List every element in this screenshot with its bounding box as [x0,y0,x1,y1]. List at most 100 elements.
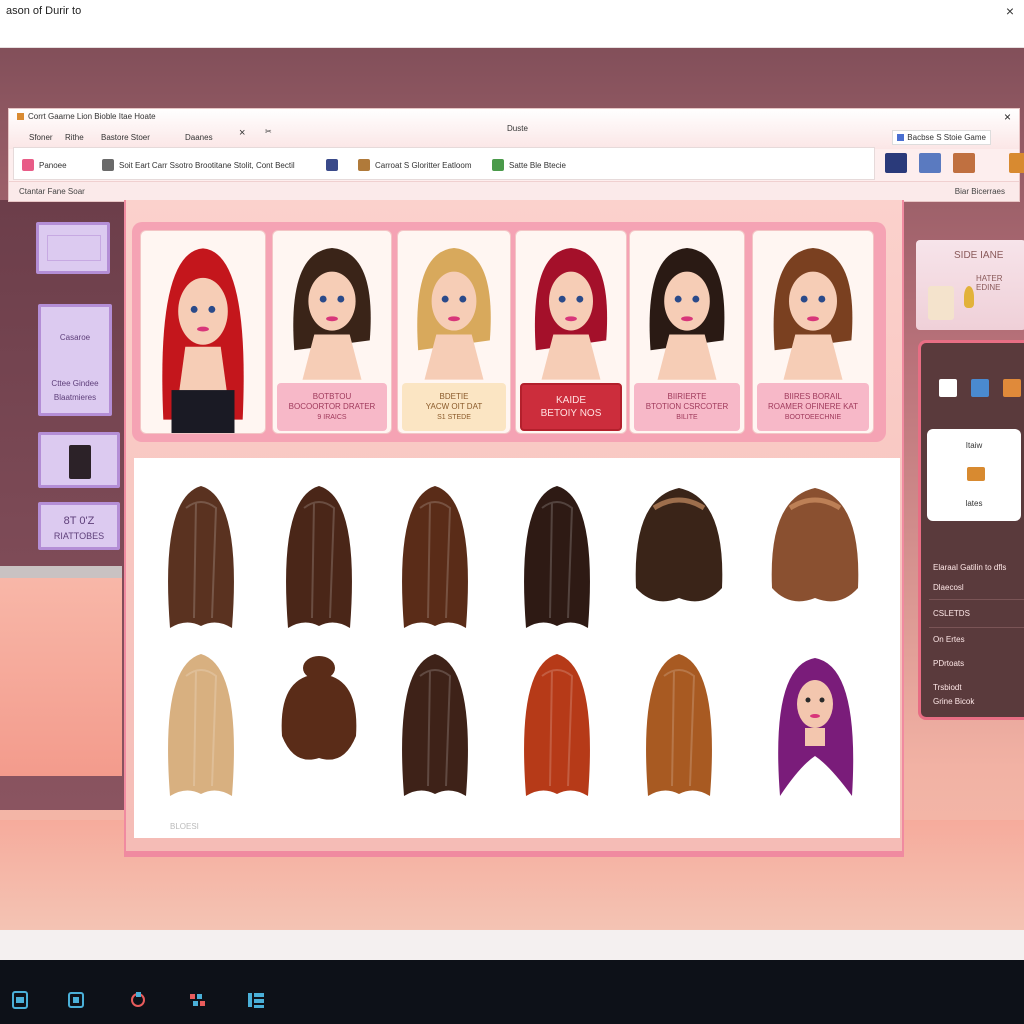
hair-swatch-blonde-ombre[interactable] [146,646,256,806]
hair-swatch-brown-straight-long[interactable] [264,478,374,638]
wall-label-line1: 8T 0'Z [63,515,95,527]
right-panel-card-title: Itaiw [965,441,983,450]
taskbar [0,960,1024,1024]
avatar [534,248,608,380]
avatar [649,248,725,380]
toolbar-style[interactable]: Satte Ble Btecie [492,159,566,171]
app-close-button[interactable]: × [1004,110,1011,124]
toolbar-palette-label: Panoee [39,160,67,170]
menu-item-7[interactable]: Grine Bicok [933,697,974,706]
avatar [417,248,491,380]
tab-rithe[interactable]: Rithe [65,133,84,142]
hair-grid: BLOESI [134,458,900,838]
hair-swatch-chestnut-long[interactable] [624,646,734,806]
menu-divider [929,627,1024,628]
folder-icon[interactable] [66,990,86,1010]
apps-icon[interactable] [188,990,208,1010]
toolbar-palette[interactable]: Panoee [22,159,67,171]
monitor-icon[interactable] [885,153,907,173]
badge-icon [69,445,91,479]
style-label-line2: YACW OIT DAT [425,402,483,412]
app-logo-icon [17,113,24,120]
avatar [293,247,371,380]
bottle-icon [964,286,974,308]
edit-icon[interactable] [939,379,957,397]
style-label-line2: BOCOORTOR DRATER [288,402,376,412]
style-card-blonde-bob[interactable]: BDETIE YACW OIT DAT S1 STEDE [397,230,511,434]
style-card-label: BOTBTOU BOCOORTOR DRATER 9 IRAICS [277,383,387,431]
style-card-red-long[interactable] [140,230,266,434]
app-tab-bar: Corrt Gaarne Lion Bioble Itae Hoate Sfon… [9,109,1019,149]
toolbar-right-icons [885,153,1024,173]
hair-swatch-brown-straight-short[interactable] [146,478,256,638]
desktop-strip [0,930,1024,960]
cake-icon[interactable] [953,153,975,173]
menu-item-1[interactable]: Elaraal Gatilin to dfls [933,563,1006,572]
style-card-label: KAIDE BETOIY NOS [520,383,622,431]
tab-close-button[interactable]: × [239,127,245,139]
hair-swatch-brown-bun[interactable] [264,646,374,806]
hair-swatch-purple-model[interactable] [760,646,870,806]
style-label-line1: BIIRIERTE [667,392,707,402]
toolbar-cut-label: Soit Eart Carr Ssotro Brootitane Stolit,… [119,160,295,170]
tab-bastore-stoer[interactable]: Bastore Stoer [101,133,150,142]
toolbar-phone[interactable] [326,159,338,171]
toolbar-style-label: Satte Ble Btecie [509,160,566,170]
store-tag[interactable]: Bacbse S Stoie Game [892,130,991,145]
hair-swatch-dark-brown-long[interactable] [502,478,612,638]
avatar [773,247,853,380]
hair-swatch-copper-long[interactable] [502,646,612,806]
style-label-line3: BILITE [676,413,698,421]
bird-icon[interactable] [971,379,989,397]
window-caption: Duste [507,124,528,133]
hair-swatch-brown-straight-middle[interactable] [380,478,490,638]
hair-grid-caption: BLOESI [170,822,199,831]
style-label-line3: 9 IRAICS [317,413,347,421]
menu-item-4[interactable]: On Ertes [933,635,965,644]
brush-icon [358,159,370,171]
os-close-button[interactable]: × [1006,3,1014,19]
hair-swatch-ombre-bob[interactable] [760,478,870,638]
menu-item-3[interactable]: CSLETDS [933,609,970,618]
right-panel-card[interactable]: Itaiw lates [927,429,1021,521]
tool-icon [967,467,985,481]
wall-poster-line2: Cttee Gindee [51,379,99,388]
gift-icon[interactable] [1009,153,1024,173]
status-left: Ctantar Fane Soar [19,187,85,196]
style-label-line1: BOTBTOU [312,392,352,402]
style-label-line1: KAIDE [555,395,586,406]
file-icon[interactable] [10,990,30,1010]
refresh-icon[interactable] [128,990,148,1010]
style-card-dark-wavy[interactable]: BIIRIERTE BTOTION CSRCOTER BILITE [629,230,745,434]
style-label-line3: BOOTOEECHNIE [784,413,842,421]
tab-sfoner[interactable]: Sfoner [29,133,53,142]
style-card-crimson-bob[interactable]: KAIDE BETOIY NOS [515,230,627,434]
hair-swatch-brown-v-cut[interactable] [380,646,490,806]
desk [0,566,122,776]
photo-icon[interactable] [1003,379,1021,397]
menu-item-2[interactable]: Dlaecosl [933,583,964,592]
style-card-brown-bob[interactable]: BOTBTOU BOCOORTOR DRATER 9 IRAICS [272,230,392,434]
wall-frame-1 [36,222,110,274]
window-icon[interactable] [919,153,941,173]
style-label-line2: BETOIY NOS [540,408,602,419]
right-panel: Itaiw lates Elaraal Gatilin to dfls Dlae… [918,340,1024,720]
tab-extra-icon[interactable]: ✂ [265,127,272,136]
menu-item-6[interactable]: Trsbiodt [933,683,962,692]
wall-poster-line1: Casaroe [59,333,91,342]
status-bar: Ctantar Fane Soar Biar Bicerraes [9,181,1019,201]
style-label-line2: BTOTION CSRCOTER [645,402,729,412]
style-label-line1: BDETIE [439,392,469,402]
menu-item-5[interactable]: PDrtoats [933,659,964,668]
style-card-label: BIIRES BORAIL ROAMER OFINERE KAT BOOTOEECH… [757,383,869,431]
jar-icon [928,286,954,320]
style-card-auburn-pony[interactable]: BIIRES BORAIL ROAMER OFINERE KAT BOOTOEECH… [752,230,874,434]
toolbar-brush[interactable]: Carroat S Gloritter Eatloom [358,159,471,171]
right-panel-card-subtitle: lates [965,499,983,508]
hair-swatch-dark-wavy-long[interactable] [624,478,734,638]
grid-icon[interactable] [246,990,266,1010]
tab-daanes[interactable]: Daanes [185,133,213,142]
store-tag-icon [897,134,905,141]
toolbar-cut[interactable]: Soit Eart Carr Ssotro Brootitane Stolit,… [102,159,295,171]
palette-icon [22,159,34,171]
